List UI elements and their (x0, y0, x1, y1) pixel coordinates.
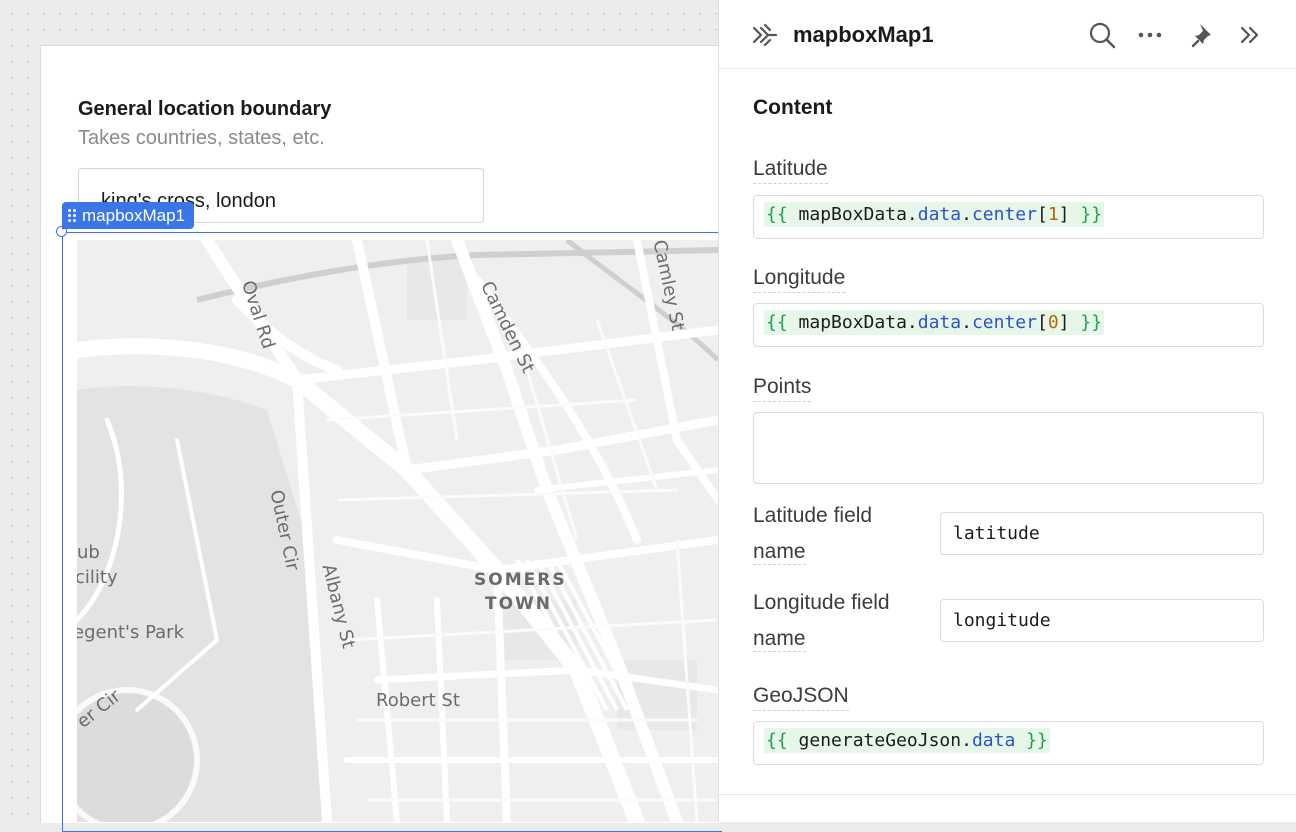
inspector-header: mapboxMap1 (719, 0, 1296, 69)
latitude-label: Latitude (753, 157, 828, 184)
latitude-field-label: Latitude field name (753, 504, 873, 565)
latitude-field-input[interactable] (940, 512, 1264, 555)
latitude-code-input[interactable]: {{ mapBoxData.data.center[1] }} (753, 195, 1264, 239)
component-tag-label: mapboxMap1 (82, 206, 186, 225)
section-title-content: Content (753, 96, 833, 119)
component-selection-outline (62, 232, 722, 832)
more-icon[interactable] (1135, 20, 1165, 50)
component-icon (752, 23, 778, 47)
inspector-panel: mapboxMap1 Content Latitude {{ mapBoxDat… (718, 0, 1296, 822)
longitude-label: Longitude (753, 266, 846, 293)
field-title: General location boundary (78, 98, 332, 120)
drag-handle-icon[interactable] (68, 209, 76, 222)
longitude-field-label: Longitude field name (753, 591, 890, 652)
inspector-title: mapboxMap1 (793, 22, 934, 47)
field-subtitle: Takes countries, states, etc. (78, 127, 325, 149)
collapse-icon[interactable] (1235, 20, 1265, 50)
search-icon[interactable] (1087, 20, 1117, 50)
longitude-code-input[interactable]: {{ mapBoxData.data.center[0] }} (753, 303, 1264, 347)
geojson-code-input[interactable]: {{ generateGeoJson.data }} (753, 721, 1264, 765)
longitude-field-input[interactable] (940, 599, 1264, 642)
component-tag[interactable]: mapboxMap1 (62, 202, 195, 229)
pin-icon[interactable] (1189, 20, 1219, 50)
points-code-input[interactable] (753, 412, 1264, 484)
inspector-divider (719, 794, 1296, 795)
geojson-label: GeoJSON (753, 684, 849, 711)
points-label: Points (753, 375, 812, 402)
